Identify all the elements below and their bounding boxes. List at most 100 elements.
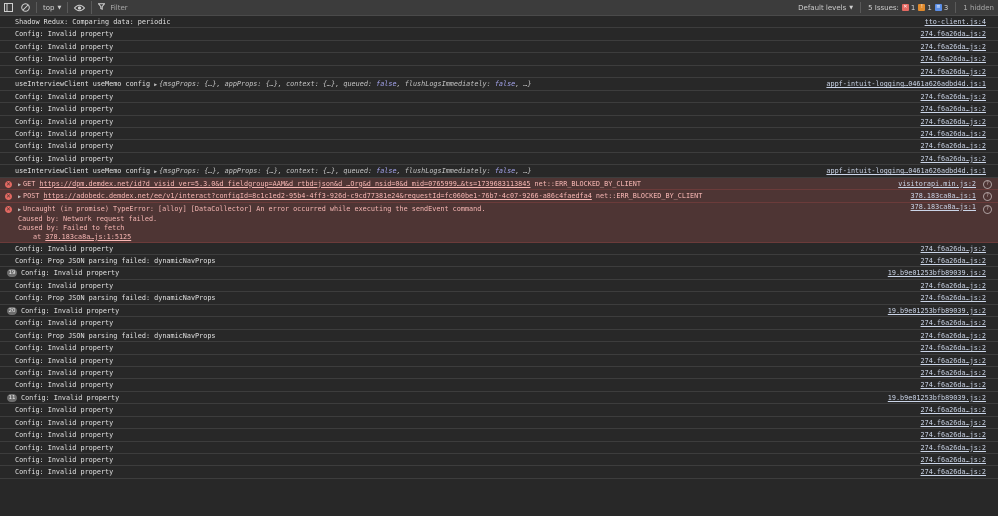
repeat-count-badge: 20 [7,306,17,315]
error-text: Uncaught (in promise) TypeError: [alloy]… [23,204,486,213]
object-preview[interactable]: {msgProps: {…}, appProps: {…}, context: … [159,80,532,88]
console-row: Config: Invalid property 274.f6a26da…js:2 [0,342,998,355]
warning-issue-icon: ! [918,4,926,11]
log-message: Config: Invalid property [15,381,114,390]
object-preview[interactable]: {msgProps: {…}, appProps: {…}, context: … [159,167,532,175]
object-tail: …} [523,80,532,89]
console-row: Config: Invalid property 274.f6a26da…js:2 [0,367,998,380]
source-link[interactable]: appf-intuit-logging…0461a626adbd4d.js:1 [826,78,986,89]
help-icon[interactable]: ? [983,192,992,202]
source-link[interactable]: 274.f6a26da…js:2 [921,103,986,114]
source-link[interactable]: 274.f6a26da…js:2 [921,417,986,428]
source-link[interactable]: 274.f6a26da…js:2 [921,280,986,291]
source-link[interactable]: 274.f6a26da…js:2 [921,91,986,102]
info-issue-icon: ≡ [934,4,942,11]
issues-button[interactable]: 5 Issues: ✕ 1 ! 1 ≡ 3 [868,4,948,12]
console-row: 20 Config: Invalid property 19.b9e01253bfb… [0,305,998,318]
log-message: Config: Prop JSON parsing failed: dynami… [15,294,216,303]
object-value: false [376,80,397,89]
expand-triangle-icon[interactable]: ▶ [18,194,21,200]
source-link[interactable]: 274.f6a26da…js:2 [921,454,986,465]
source-link[interactable]: 378.183ca8a…js:1 [911,203,976,212]
source-link[interactable]: visitorapi.min.js:2 [898,178,976,189]
source-link[interactable]: 274.f6a26da…js:2 [921,292,986,303]
live-expression-eye-icon[interactable] [74,4,86,12]
source-link[interactable]: 274.f6a26da…js:2 [921,442,986,453]
source-link[interactable]: 378.183ca8a…js:1 [911,190,976,201]
source-link[interactable]: 274.f6a26da…js:2 [921,466,986,477]
http-method: GET [23,179,36,188]
source-link[interactable]: 19.b9e01253bfb89039.js:2 [888,267,986,278]
error-row: ✕ ▶ Uncaught (in promise) TypeError: [allo… [0,202,998,243]
error-icon: ✕ [5,205,12,213]
console-row: 11 Config: Invalid property 19.b9e01253bfb… [0,392,998,405]
expand-triangle-icon[interactable]: ▶ [154,169,157,175]
console-row: Config: Invalid property 274.f6a26da…js:2 [0,355,998,367]
console-row: Config: Invalid property 274.f6a26da…js:2 [0,429,998,442]
error-row: ✕ ▶ GET https://dpm.demdex.net/id?d_visid_… [0,177,998,191]
source-link[interactable]: 274.f6a26da…js:2 [921,128,986,139]
source-link[interactable]: 274.f6a26da…js:2 [921,53,986,64]
log-message: Config: Invalid property [21,393,120,402]
source-link[interactable]: 274.f6a26da…js:2 [921,255,986,266]
help-icon[interactable]: ? [983,179,992,189]
error-text: Caused by: Network request failed. [18,214,158,223]
source-link[interactable]: 274.f6a26da…js:2 [921,116,986,127]
object-key: context [286,80,315,89]
hidden-count: 1 hidden [963,3,994,12]
console-row: useInterviewClient useMemo config ▶ {msgP… [0,165,998,178]
log-message: Config: Invalid property [15,92,114,101]
source-link[interactable]: 274.f6a26da…js:2 [921,342,986,353]
expand-triangle-icon[interactable]: ▶ [18,207,21,213]
console-row: Shadow Redux: Comparing data: periodic tt… [0,16,998,29]
console-row: Config: Invalid property 274.f6a26da…js:2 [0,140,998,153]
object-key: msgProps [163,167,196,176]
source-link[interactable]: 274.f6a26da…js:2 [921,367,986,378]
log-levels-dropdown[interactable]: Default levels ▼ [798,4,853,12]
source-link[interactable]: 19.b9e01253bfb89039.js:2 [888,392,986,403]
error-line: Caused by: Network request failed. [18,215,998,224]
repeat-count-badge: 11 [7,393,17,402]
stack-link[interactable]: 378.183ca8a…js:1:5125 [45,233,131,241]
source-link[interactable]: 274.f6a26da…js:2 [921,379,986,390]
source-link[interactable]: tto-client.js:4 [925,16,986,27]
console-row: Config: Invalid property 274.f6a26da…js:2 [0,128,998,141]
request-url[interactable]: https://adobedc.demdex.net/ee/v1/interac… [43,192,591,200]
log-message: Config: Invalid property [21,306,120,315]
source-link[interactable]: 274.f6a26da…js:2 [921,330,986,341]
object-value: false [376,167,397,176]
console-row: Config: Invalid property 274.f6a26da…js:2 [0,243,998,255]
warning-issue-count: 1 [927,3,932,12]
filter-input[interactable]: Filter [91,1,658,14]
expand-triangle-icon[interactable]: ▶ [154,82,157,88]
request-url[interactable]: https://dpm.demdex.net/id?d_visid_ver=5.… [39,180,530,188]
sidebar-toggle-icon[interactable] [4,3,13,12]
expand-triangle-icon[interactable]: ▶ [18,182,21,188]
source-link[interactable]: 19.b9e01253bfb89039.js:2 [888,305,986,316]
source-link[interactable]: 274.f6a26da…js:2 [921,66,986,77]
object-value: {…} [265,167,278,176]
source-link[interactable]: 274.f6a26da…js:2 [921,140,986,151]
stack-frame: at 378.183ca8a…js:1:5125 [18,233,998,242]
console-row: Config: Invalid property 274.f6a26da…js:2 [0,404,998,417]
source-link[interactable]: appf-intuit-logging…0461a626adbd4d.js:1 [826,165,986,176]
clear-console-icon[interactable] [21,3,30,12]
source-link[interactable]: 274.f6a26da…js:2 [921,355,986,366]
source-link[interactable]: 274.f6a26da…js:2 [921,28,986,39]
source-link[interactable]: 274.f6a26da…js:2 [921,153,986,164]
source-link[interactable]: 274.f6a26da…js:2 [921,317,986,328]
source-link[interactable]: 274.f6a26da…js:2 [921,404,986,415]
source-link[interactable]: 274.f6a26da…js:2 [921,429,986,440]
source-link[interactable]: 274.f6a26da…js:2 [921,41,986,52]
toolbar-divider [67,2,69,13]
toolbar-divider [955,2,957,13]
help-icon[interactable]: ? [983,204,992,214]
error-row: ✕ ▶ POST https://adobedc.demdex.net/ee/v1/… [0,190,998,203]
error-text: Caused by: Failed to fetch [18,223,125,232]
log-message: Config: Invalid property [15,319,114,328]
context-selector[interactable]: top ▼ [43,4,61,12]
log-message: Config: Prop JSON parsing failed: dynami… [15,257,216,265]
object-value: {…} [204,167,217,176]
object-key: queued [343,80,368,89]
source-link[interactable]: 274.f6a26da…js:2 [921,243,986,254]
